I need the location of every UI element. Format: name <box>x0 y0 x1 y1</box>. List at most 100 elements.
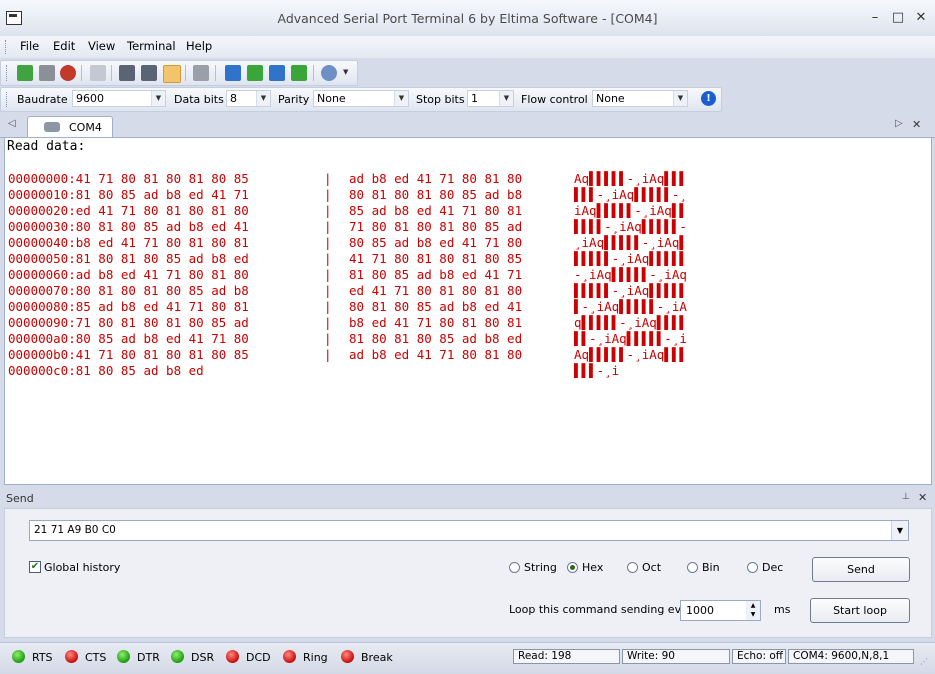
tab-close-icon[interactable]: ✕ <box>912 118 921 131</box>
parity-select[interactable]: None ▼ <box>313 90 409 107</box>
mode-bin-label: Bin <box>702 561 720 574</box>
close-window-button[interactable]: ✕ <box>913 10 929 26</box>
view-text-icon[interactable] <box>119 65 135 81</box>
mode-bin-radio[interactable] <box>687 562 698 573</box>
stopbits-select[interactable]: 1 ▼ <box>467 90 514 107</box>
download-icon[interactable] <box>291 65 307 81</box>
dump-ascii: ▌▌▌▌▌-¸iAq▌▌▌▌▌ <box>574 251 687 266</box>
led-dsr-icon[interactable] <box>171 650 184 663</box>
echo-status: Echo: off <box>732 649 786 664</box>
menu-view[interactable]: View <box>88 39 115 53</box>
dump-ascii: ▌▌▌▌▌-¸iAq▌▌▌▌▌ <box>574 283 687 298</box>
dump-separator: | <box>324 315 332 330</box>
close-port-icon[interactable] <box>60 65 76 81</box>
menu-edit[interactable]: Edit <box>53 39 75 53</box>
toolbar-separator <box>81 65 82 81</box>
pin-icon[interactable]: ⊥ <box>902 492 910 502</box>
dump-address-group: 00000020:ed 41 71 80 81 80 81 80 <box>8 203 249 219</box>
dump-hex-left: 85 ad b8 ed 41 71 80 81 <box>75 299 249 314</box>
maximize-button[interactable]: □ <box>890 10 906 26</box>
signal-cts-label: CTS <box>85 651 107 664</box>
loop-interval-input[interactable]: 1000 ▲ ▼ <box>680 600 761 621</box>
chevron-down-icon[interactable]: ▼ <box>499 91 513 106</box>
global-history-label: Global history <box>44 561 121 574</box>
menu-terminal[interactable]: Terminal <box>127 39 176 53</box>
send-file-icon[interactable] <box>225 65 241 81</box>
new-session-icon[interactable] <box>17 65 33 81</box>
help-icon[interactable] <box>321 65 337 81</box>
dump-address-group: 00000000:41 71 80 81 80 81 80 85 <box>8 171 249 187</box>
global-history-checkbox[interactable]: ✔ <box>29 561 41 573</box>
dump-hex-right: 80 81 80 85 ad b8 ed 41 <box>349 299 523 314</box>
minimize-button[interactable]: – <box>867 10 883 26</box>
chevron-down-icon[interactable]: ▼ <box>394 91 408 106</box>
dump-hex-left: 80 81 80 85 ad b8 ed 41 <box>75 219 249 234</box>
open-port-icon[interactable] <box>39 65 55 81</box>
spin-down-icon[interactable]: ▼ <box>746 610 760 620</box>
chevron-down-icon[interactable]: ▼ <box>151 91 165 106</box>
spin-up-icon[interactable]: ▲ <box>746 601 760 610</box>
menu-grip[interactable] <box>5 40 8 54</box>
led-break-icon[interactable] <box>341 650 354 663</box>
databits-value: 8 <box>230 92 237 105</box>
upload-icon[interactable] <box>269 65 285 81</box>
stopbits-label: Stop bits <box>416 93 465 106</box>
dump-address-group: 000000a0:80 85 ad b8 ed 41 71 80 <box>8 331 249 347</box>
tab-strip: ◁ ▷ ✕ <box>0 115 935 138</box>
view-hex-icon[interactable] <box>141 65 157 81</box>
params-grip[interactable] <box>6 92 9 107</box>
info-icon[interactable]: ! <box>701 91 716 106</box>
chevron-down-icon[interactable]: ▼ <box>256 91 270 106</box>
view-dump-icon[interactable] <box>163 65 181 83</box>
copy-icon[interactable] <box>90 65 106 81</box>
port-settings-status: COM4: 9600,N,8,1 <box>788 649 914 664</box>
dump-row: 000000a0:80 85 ad b8 ed 41 71 80 | 81 80 8… <box>5 331 905 347</box>
databits-label: Data bits <box>174 93 224 106</box>
chevron-down-icon[interactable]: ▼ <box>673 91 687 106</box>
dump-separator: | <box>324 283 332 298</box>
dump-hex-right: 81 80 85 ad b8 ed 41 71 <box>349 267 523 282</box>
dump-row: 00000080:85 ad b8 ed 41 71 80 81 | 80 81 8… <box>5 299 905 315</box>
dump-address-group: 000000b0:41 71 80 81 80 81 80 85 <box>8 347 249 363</box>
dump-hex-left: 81 80 85 ad b8 ed <box>75 363 204 378</box>
resize-grip-icon[interactable]: ⋰ <box>920 657 928 666</box>
mode-string-radio[interactable] <box>509 562 520 573</box>
signal-ring-label: Ring <box>303 651 328 664</box>
dump-hex-left: 41 71 80 81 80 81 80 85 <box>75 171 249 186</box>
baudrate-select[interactable]: 9600 ▼ <box>72 90 166 107</box>
mode-hex-radio[interactable] <box>567 562 578 573</box>
send-input[interactable]: 21 71 A9 B0 C0 ▼ <box>29 520 909 541</box>
mode-string-label: String <box>524 561 557 574</box>
led-rts-icon[interactable] <box>12 650 25 663</box>
port-icon <box>44 122 60 132</box>
tab-scroll-left-icon[interactable]: ◁ <box>8 118 16 129</box>
chevron-down-icon[interactable]: ▼ <box>343 68 348 76</box>
start-loop-button[interactable]: Start loop <box>810 598 910 623</box>
send-input-value: 21 71 A9 B0 C0 <box>34 524 116 536</box>
tab-scroll-right-icon[interactable]: ▷ <box>895 118 903 129</box>
toolbar-grip[interactable] <box>6 65 9 81</box>
led-ring-icon[interactable] <box>283 650 296 663</box>
mode-oct-radio[interactable] <box>627 562 638 573</box>
send-button[interactable]: Send <box>812 557 910 582</box>
clear-icon[interactable] <box>193 65 209 81</box>
led-dcd-icon[interactable] <box>226 650 239 663</box>
mode-dec-radio[interactable] <box>747 562 758 573</box>
databits-select[interactable]: 8 ▼ <box>226 90 271 107</box>
led-dtr-icon[interactable] <box>117 650 130 663</box>
led-cts-icon[interactable] <box>65 650 78 663</box>
dump-hex-left: 81 80 85 ad b8 ed 41 71 <box>75 187 249 202</box>
terminal-output[interactable]: Read data: 00000000:41 71 80 81 80 81 80… <box>4 137 932 485</box>
dump-address: 000000c0: <box>8 363 76 378</box>
dump-ascii: ▌▌▌-¸iAq▌▌▌▌▌-¸ <box>574 187 687 202</box>
flow-control-select[interactable]: None ▼ <box>592 90 688 107</box>
menu-file[interactable]: File <box>20 39 39 53</box>
tab-com4[interactable]: COM4 <box>27 116 113 139</box>
loop-interval-value: 1000 <box>686 604 714 617</box>
menu-help[interactable]: Help <box>186 39 212 53</box>
send-panel-close-icon[interactable]: ✕ <box>918 491 927 504</box>
toolbar-separator <box>185 65 186 81</box>
history-dropdown-icon[interactable]: ▼ <box>891 521 908 540</box>
receive-file-icon[interactable] <box>247 65 263 81</box>
stopbits-value: 1 <box>471 92 478 105</box>
